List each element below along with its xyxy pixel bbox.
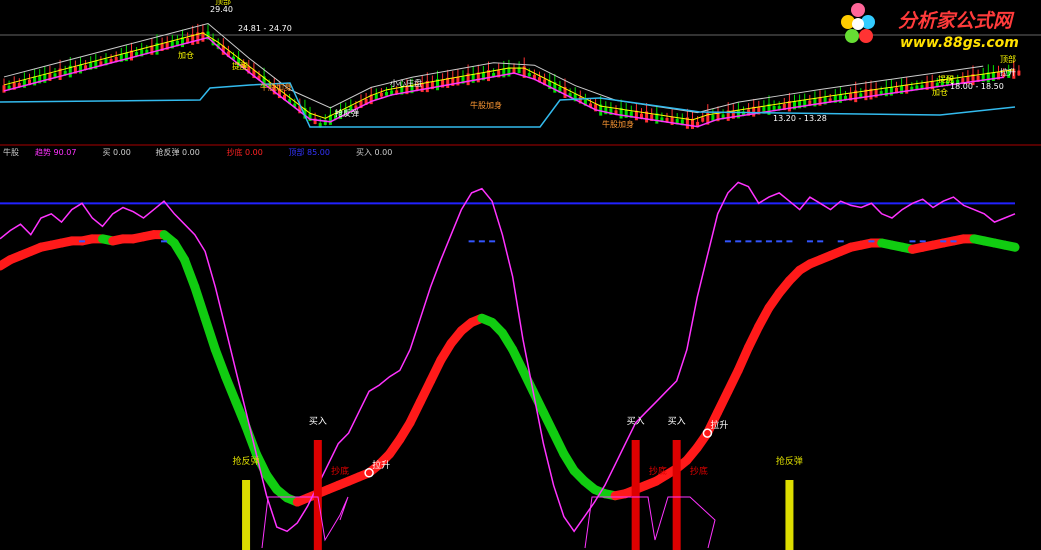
price-annotation: 抢反弹 bbox=[335, 108, 359, 118]
price-range-label: 18.00 - 18.50 bbox=[950, 82, 1004, 91]
candle-body bbox=[884, 87, 888, 97]
indicator-legend-item: 牛股 bbox=[3, 147, 19, 157]
indicator-legend-item: 抢反弹 0.00 bbox=[156, 147, 200, 157]
candle-body bbox=[736, 109, 740, 119]
candle-body bbox=[910, 86, 914, 90]
price-annotation: 牛股加身 bbox=[260, 82, 292, 92]
price-annotation: 顶部 bbox=[215, 0, 231, 6]
candle-body bbox=[527, 72, 531, 77]
price-annotation: 牛股加身 bbox=[470, 100, 502, 110]
candle-body bbox=[828, 98, 832, 102]
signal-bar bbox=[242, 480, 251, 550]
signal-bar bbox=[313, 440, 322, 550]
signal-label: 抄底 bbox=[690, 465, 708, 477]
trend-band-segment bbox=[1000, 240, 1020, 252]
candle-body bbox=[379, 92, 383, 97]
candle-body bbox=[79, 64, 82, 74]
signal-bar bbox=[672, 440, 681, 550]
candle-body bbox=[33, 76, 37, 86]
chart-canvas: 24.81 - 24.70 18.00 - 18.50 13.20 - 13.28 2… bbox=[0, 0, 1041, 550]
price-range-label: 13.20 - 13.28 bbox=[773, 114, 827, 123]
signal-label: 抄底 bbox=[649, 465, 667, 477]
signal-bar bbox=[785, 480, 794, 550]
indicator-legend-item: 顶部 85.00 bbox=[289, 147, 330, 157]
price-high-label: 29.40 bbox=[210, 5, 233, 14]
candle-body bbox=[385, 91, 388, 96]
candle-body bbox=[604, 107, 608, 115]
signal-label: 买入 bbox=[627, 416, 645, 427]
trend-band-segment bbox=[190, 282, 210, 323]
candle-body bbox=[43, 73, 47, 83]
price-annotation: 加仓 bbox=[932, 87, 948, 97]
watermark-brand: 分析家公式网 bbox=[898, 10, 1013, 32]
watermark-url: www.88gs.com bbox=[900, 35, 1019, 51]
trend-band-segment bbox=[200, 313, 220, 355]
support-line bbox=[0, 82, 1016, 128]
bottom-pattern bbox=[584, 496, 716, 549]
candle-body bbox=[991, 72, 995, 81]
candle-body bbox=[502, 68, 506, 78]
signal-label: 买入 bbox=[309, 416, 327, 427]
candle-body bbox=[507, 67, 511, 77]
price-annotation: 提醒 bbox=[938, 74, 954, 84]
price-range-label: 24.81 - 24.70 bbox=[238, 24, 292, 33]
signal-label: 拉升 bbox=[710, 419, 728, 431]
candle-body bbox=[471, 73, 475, 83]
candle-body bbox=[838, 94, 842, 103]
indicator-legend-item: 买入 0.00 bbox=[356, 148, 392, 157]
indicator-legend-item: 买 0.00 bbox=[103, 148, 131, 157]
signal-bar bbox=[631, 440, 640, 550]
signal-label: 抢反弹 bbox=[233, 455, 260, 467]
indicator-legend-item: 抄底 0.00 bbox=[227, 147, 263, 157]
price-annotation: 小心庄盘 bbox=[390, 78, 422, 88]
candle-body bbox=[900, 85, 904, 94]
chart-screen: 24.81 - 24.70 18.00 - 18.50 13.20 - 13.28 2… bbox=[0, 0, 1041, 550]
price-annotation: 提醒 bbox=[232, 61, 248, 71]
candle-body bbox=[456, 76, 460, 86]
candle-body bbox=[318, 123, 322, 127]
candle-body bbox=[2, 85, 6, 93]
signal-label: 拉升 bbox=[372, 459, 390, 471]
candle-body bbox=[150, 45, 154, 55]
price-annotation: 牛股加身 bbox=[602, 119, 634, 129]
signal-label: 买入 bbox=[668, 416, 686, 427]
candle-body bbox=[905, 84, 909, 94]
candle-body bbox=[889, 86, 893, 96]
candle-body bbox=[701, 117, 705, 122]
price-annotation: 加仓 bbox=[178, 50, 194, 60]
indicator-legend-item: 趋势 90.07 bbox=[35, 147, 76, 157]
watermark-logo: 分析家公式网 www.88gs.com bbox=[838, 0, 1041, 56]
signal-label: 抄底 bbox=[331, 465, 349, 477]
candle-body bbox=[1017, 70, 1021, 76]
price-annotation: 拉升 bbox=[1000, 67, 1016, 77]
signal-label: 抢反弹 bbox=[776, 455, 803, 467]
